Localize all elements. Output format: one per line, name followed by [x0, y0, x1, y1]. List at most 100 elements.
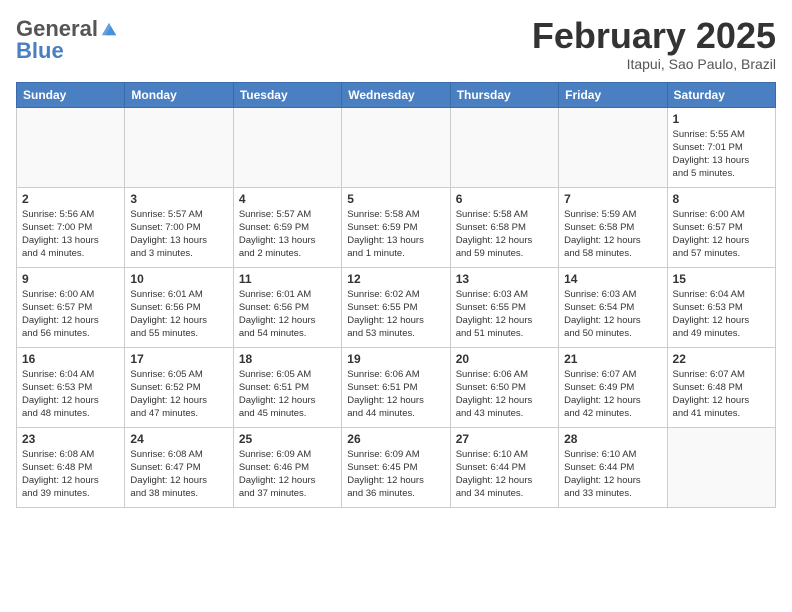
- day-number: 21: [564, 352, 661, 366]
- day-number: 22: [673, 352, 770, 366]
- weekday-header-monday: Monday: [125, 82, 233, 107]
- calendar-day: [17, 107, 125, 187]
- weekday-header-wednesday: Wednesday: [342, 82, 450, 107]
- calendar-day: 24 Sunrise: 6:08 AM Sunset: 6:47 PM Dayli…: [125, 427, 233, 507]
- day-number: 28: [564, 432, 661, 446]
- calendar-week-2: 9 Sunrise: 6:00 AM Sunset: 6:57 PM Daylig…: [17, 267, 776, 347]
- calendar-week-4: 23Sunrise: 6:08 AM Sunset: 6:48 PM Dayli…: [17, 427, 776, 507]
- day-info: Sunrise: 6:01 AM Sunset: 6:56 PM Dayligh…: [130, 288, 227, 341]
- day-number: 15: [673, 272, 770, 286]
- calendar-day: [450, 107, 558, 187]
- weekday-header-thursday: Thursday: [450, 82, 558, 107]
- day-info: Sunrise: 6:04 AM Sunset: 6:53 PM Dayligh…: [673, 288, 770, 341]
- day-number: 13: [456, 272, 553, 286]
- calendar-day: 10 Sunrise: 6:01 AM Sunset: 6:56 PM Dayli…: [125, 267, 233, 347]
- title-area: February 2025 Itapui, Sao Paulo, Brazil: [532, 16, 776, 72]
- calendar-day: 26 Sunrise: 6:09 AM Sunset: 6:45 PM Dayli…: [342, 427, 450, 507]
- calendar-day: 2 Sunrise: 5:56 AM Sunset: 7:00 PM Daylig…: [17, 187, 125, 267]
- day-info: Sunrise: 6:02 AM Sunset: 6:55 PM Dayligh…: [347, 288, 444, 341]
- calendar-table: SundayMondayTuesdayWednesdayThursdayFrid…: [16, 82, 776, 508]
- calendar-day: [559, 107, 667, 187]
- calendar-week-0: 1 Sunrise: 5:55 AM Sunset: 7:01 PM Daylig…: [17, 107, 776, 187]
- day-info: Sunrise: 5:57 AM Sunset: 6:59 PM Dayligh…: [239, 208, 336, 261]
- day-info: Sunrise: 6:05 AM Sunset: 6:52 PM Dayligh…: [130, 368, 227, 421]
- day-info: Sunrise: 6:00 AM Sunset: 6:57 PM Dayligh…: [22, 288, 119, 341]
- calendar-day: [342, 107, 450, 187]
- day-number: 8: [673, 192, 770, 206]
- calendar-day: [125, 107, 233, 187]
- day-info: Sunrise: 5:58 AM Sunset: 6:58 PM Dayligh…: [456, 208, 553, 261]
- weekday-header-saturday: Saturday: [667, 82, 775, 107]
- day-number: 18: [239, 352, 336, 366]
- day-number: 1: [673, 112, 770, 126]
- day-number: 25: [239, 432, 336, 446]
- calendar-day: 20 Sunrise: 6:06 AM Sunset: 6:50 PM Dayli…: [450, 347, 558, 427]
- day-info: Sunrise: 6:07 AM Sunset: 6:48 PM Dayligh…: [673, 368, 770, 421]
- weekday-header-tuesday: Tuesday: [233, 82, 341, 107]
- day-number: 19: [347, 352, 444, 366]
- day-number: 17: [130, 352, 227, 366]
- weekday-header-row: SundayMondayTuesdayWednesdayThursdayFrid…: [17, 82, 776, 107]
- calendar-day: 18 Sunrise: 6:05 AM Sunset: 6:51 PM Dayli…: [233, 347, 341, 427]
- day-number: 24: [130, 432, 227, 446]
- month-title: February 2025: [532, 16, 776, 56]
- calendar-day: 14Sunrise: 6:03 AM Sunset: 6:54 PM Dayli…: [559, 267, 667, 347]
- day-info: Sunrise: 6:06 AM Sunset: 6:50 PM Dayligh…: [456, 368, 553, 421]
- calendar-day: 7 Sunrise: 5:59 AM Sunset: 6:58 PM Daylig…: [559, 187, 667, 267]
- day-number: 5: [347, 192, 444, 206]
- day-info: Sunrise: 6:06 AM Sunset: 6:51 PM Dayligh…: [347, 368, 444, 421]
- calendar-day: 21 Sunrise: 6:07 AM Sunset: 6:49 PM Dayli…: [559, 347, 667, 427]
- calendar-day: [233, 107, 341, 187]
- page-header: General Blue February 2025 Itapui, Sao P…: [16, 16, 776, 72]
- day-number: 20: [456, 352, 553, 366]
- calendar-day: 23Sunrise: 6:08 AM Sunset: 6:48 PM Dayli…: [17, 427, 125, 507]
- day-number: 11: [239, 272, 336, 286]
- day-info: Sunrise: 6:01 AM Sunset: 6:56 PM Dayligh…: [239, 288, 336, 341]
- day-number: 14: [564, 272, 661, 286]
- day-info: Sunrise: 5:59 AM Sunset: 6:58 PM Dayligh…: [564, 208, 661, 261]
- logo: General Blue: [16, 16, 118, 64]
- weekday-header-friday: Friday: [559, 82, 667, 107]
- day-number: 26: [347, 432, 444, 446]
- day-number: 2: [22, 192, 119, 206]
- day-info: Sunrise: 6:04 AM Sunset: 6:53 PM Dayligh…: [22, 368, 119, 421]
- calendar-day: 5 Sunrise: 5:58 AM Sunset: 6:59 PM Daylig…: [342, 187, 450, 267]
- day-info: Sunrise: 6:09 AM Sunset: 6:46 PM Dayligh…: [239, 448, 336, 501]
- day-info: Sunrise: 6:00 AM Sunset: 6:57 PM Dayligh…: [673, 208, 770, 261]
- calendar-day: 22 Sunrise: 6:07 AM Sunset: 6:48 PM Dayli…: [667, 347, 775, 427]
- day-number: 4: [239, 192, 336, 206]
- calendar-day: 25 Sunrise: 6:09 AM Sunset: 6:46 PM Dayli…: [233, 427, 341, 507]
- day-number: 12: [347, 272, 444, 286]
- day-number: 10: [130, 272, 227, 286]
- day-info: Sunrise: 6:09 AM Sunset: 6:45 PM Dayligh…: [347, 448, 444, 501]
- calendar-week-1: 2 Sunrise: 5:56 AM Sunset: 7:00 PM Daylig…: [17, 187, 776, 267]
- calendar-week-3: 16 Sunrise: 6:04 AM Sunset: 6:53 PM Dayli…: [17, 347, 776, 427]
- day-info: Sunrise: 6:08 AM Sunset: 6:48 PM Dayligh…: [22, 448, 119, 501]
- day-info: Sunrise: 6:10 AM Sunset: 6:44 PM Dayligh…: [456, 448, 553, 501]
- calendar-day: 4 Sunrise: 5:57 AM Sunset: 6:59 PM Daylig…: [233, 187, 341, 267]
- location-text: Itapui, Sao Paulo, Brazil: [532, 56, 776, 72]
- calendar-day: 28 Sunrise: 6:10 AM Sunset: 6:44 PM Dayli…: [559, 427, 667, 507]
- day-info: Sunrise: 6:08 AM Sunset: 6:47 PM Dayligh…: [130, 448, 227, 501]
- day-info: Sunrise: 6:10 AM Sunset: 6:44 PM Dayligh…: [564, 448, 661, 501]
- calendar-day: 13 Sunrise: 6:03 AM Sunset: 6:55 PM Dayli…: [450, 267, 558, 347]
- day-info: Sunrise: 5:58 AM Sunset: 6:59 PM Dayligh…: [347, 208, 444, 261]
- day-info: Sunrise: 6:05 AM Sunset: 6:51 PM Dayligh…: [239, 368, 336, 421]
- calendar-day: 8 Sunrise: 6:00 AM Sunset: 6:57 PM Daylig…: [667, 187, 775, 267]
- calendar-day: 11 Sunrise: 6:01 AM Sunset: 6:56 PM Dayli…: [233, 267, 341, 347]
- calendar-day: 6 Sunrise: 5:58 AM Sunset: 6:58 PM Daylig…: [450, 187, 558, 267]
- calendar-day: 1 Sunrise: 5:55 AM Sunset: 7:01 PM Daylig…: [667, 107, 775, 187]
- calendar-day: 12 Sunrise: 6:02 AM Sunset: 6:55 PM Dayli…: [342, 267, 450, 347]
- day-info: Sunrise: 5:56 AM Sunset: 7:00 PM Dayligh…: [22, 208, 119, 261]
- calendar-day: 3Sunrise: 5:57 AM Sunset: 7:00 PM Daylig…: [125, 187, 233, 267]
- day-number: 7: [564, 192, 661, 206]
- weekday-header-sunday: Sunday: [17, 82, 125, 107]
- day-info: Sunrise: 5:55 AM Sunset: 7:01 PM Dayligh…: [673, 128, 770, 181]
- day-number: 16: [22, 352, 119, 366]
- day-number: 6: [456, 192, 553, 206]
- day-info: Sunrise: 6:07 AM Sunset: 6:49 PM Dayligh…: [564, 368, 661, 421]
- calendar-day: [667, 427, 775, 507]
- day-info: Sunrise: 6:03 AM Sunset: 6:55 PM Dayligh…: [456, 288, 553, 341]
- calendar-day: 17 Sunrise: 6:05 AM Sunset: 6:52 PM Dayli…: [125, 347, 233, 427]
- day-number: 9: [22, 272, 119, 286]
